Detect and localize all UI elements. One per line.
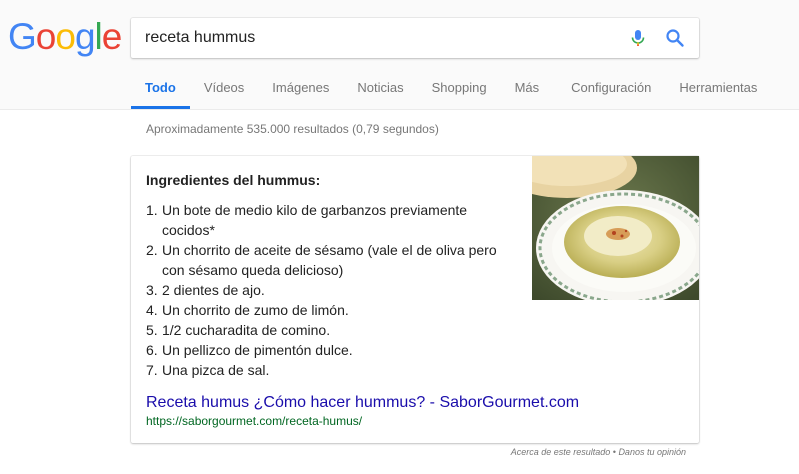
list-item: 6. Un pellizco de pimentón dulce. [146, 340, 516, 360]
logo-letter: g [74, 16, 96, 57]
list-text: Un chorrito de aceite de sésamo (vale el… [162, 242, 497, 278]
tab-todo[interactable]: Todo [131, 72, 190, 109]
result-url[interactable]: https://saborgourmet.com/receta-humus/ [146, 414, 362, 428]
logo-letter: o [55, 16, 76, 57]
logo-letter: o [35, 16, 57, 57]
list-text: Un chorrito de zumo de limón. [162, 302, 349, 318]
list-item: 7. Una pizca de sal. [146, 360, 516, 380]
search-input[interactable] [145, 18, 605, 58]
list-item: 4. Un chorrito de zumo de limón. [146, 300, 516, 320]
result-title-link[interactable]: Receta humus ¿Cómo hacer hummus? - Sabor… [146, 394, 579, 412]
list-text: 2 dientes de ajo. [162, 282, 265, 298]
snippet-footer: Acerca de este resultado • Danos tu opin… [511, 447, 686, 457]
search-box [131, 18, 699, 58]
google-logo[interactable]: Google [8, 16, 123, 57]
logo-letter: e [101, 16, 123, 57]
search-icon[interactable] [665, 28, 685, 48]
ingredients-list: 1. Un bote de medio kilo de garbanzos pre… [146, 200, 516, 380]
list-text: Un bote de medio kilo de garbanzos previ… [162, 202, 468, 238]
list-text: 1/2 cucharadita de comino. [162, 322, 331, 338]
mic-icon[interactable] [628, 28, 648, 48]
list-number: 2. [146, 242, 158, 258]
list-text: Una pizca de sal. [162, 362, 270, 378]
logo-letter: G [8, 16, 37, 57]
logo-letter: l [94, 16, 103, 57]
list-number: 7. [146, 362, 158, 378]
result-stats: Aproximadamente 535.000 resultados (0,79… [146, 122, 439, 136]
tab-mas[interactable]: Más [501, 72, 554, 109]
tab-videos[interactable]: Vídeos [190, 72, 258, 109]
list-text: Un pellizco de pimentón dulce. [162, 342, 353, 358]
list-item: 2. Un chorrito de aceite de sésamo (vale … [146, 240, 516, 280]
header: Google Todo Vídeos Imágenes Noticias Sho… [0, 0, 799, 110]
list-number: 5. [146, 322, 158, 338]
list-number: 3. [146, 282, 158, 298]
tab-shopping[interactable]: Shopping [418, 72, 501, 109]
snippet-title: Ingredientes del hummus: [146, 172, 321, 188]
about-result-link[interactable]: Acerca de este resultado [511, 447, 611, 457]
feedback-link[interactable]: Danos tu opinión [618, 447, 686, 457]
list-item: 1. Un bote de medio kilo de garbanzos pre… [146, 200, 516, 240]
list-item: 5. 1/2 cucharadita de comino. [146, 320, 516, 340]
tab-imagenes[interactable]: Imágenes [258, 72, 343, 109]
hummus-photo[interactable] [532, 156, 699, 300]
tab-herramientas[interactable]: Herramientas [665, 72, 771, 109]
list-number: 4. [146, 302, 158, 318]
list-number: 6. [146, 342, 158, 358]
list-item: 3. 2 dientes de ajo. [146, 280, 516, 300]
tab-noticias[interactable]: Noticias [343, 72, 417, 109]
featured-snippet: Ingredientes del hummus: 1. Un bote de me… [131, 156, 699, 443]
list-number: 1. [146, 202, 158, 218]
tab-configuracion[interactable]: Configuración [553, 72, 665, 109]
search-tabs: Todo Vídeos Imágenes Noticias Shopping M… [131, 72, 771, 109]
